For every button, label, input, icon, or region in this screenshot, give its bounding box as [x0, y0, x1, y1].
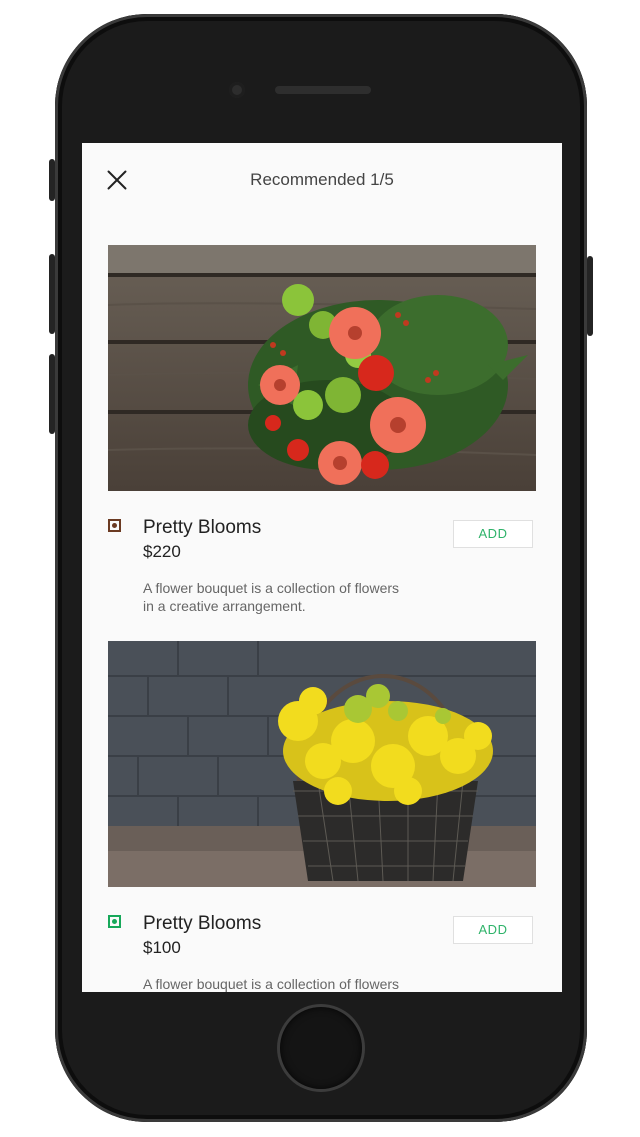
product-name: Pretty Blooms — [143, 913, 262, 934]
app-screen: Recommended 1/5 Pretty Blooms $220 A flo… — [82, 143, 562, 992]
power-button — [587, 256, 593, 336]
product-price: $220 — [143, 542, 181, 561]
product-image — [108, 245, 536, 491]
product-card: Pretty Blooms $220 A flower bouquet is a… — [108, 245, 536, 625]
product-description: A flower bouquet is a collection of flow… — [143, 580, 400, 614]
earpiece-speaker — [275, 86, 371, 94]
food-type-indicator-icon — [108, 519, 121, 532]
product-image — [108, 641, 536, 887]
add-button[interactable]: ADD — [453, 916, 533, 944]
add-button[interactable]: ADD — [453, 520, 533, 548]
mute-switch — [49, 159, 55, 201]
product-price: $100 — [143, 938, 181, 957]
volume-down-button — [49, 354, 55, 434]
food-type-indicator-icon — [108, 915, 121, 928]
page-title: Recommended 1/5 — [250, 170, 394, 189]
header: Recommended 1/5 — [82, 143, 562, 219]
product-description: A flower bouquet is a collection of flow… — [143, 976, 400, 992]
product-name: Pretty Blooms — [143, 517, 262, 538]
volume-up-button — [49, 254, 55, 334]
home-button[interactable] — [280, 1007, 362, 1089]
product-card: Pretty Blooms $100 A flower bouquet is a… — [108, 641, 536, 992]
front-camera — [229, 82, 245, 98]
